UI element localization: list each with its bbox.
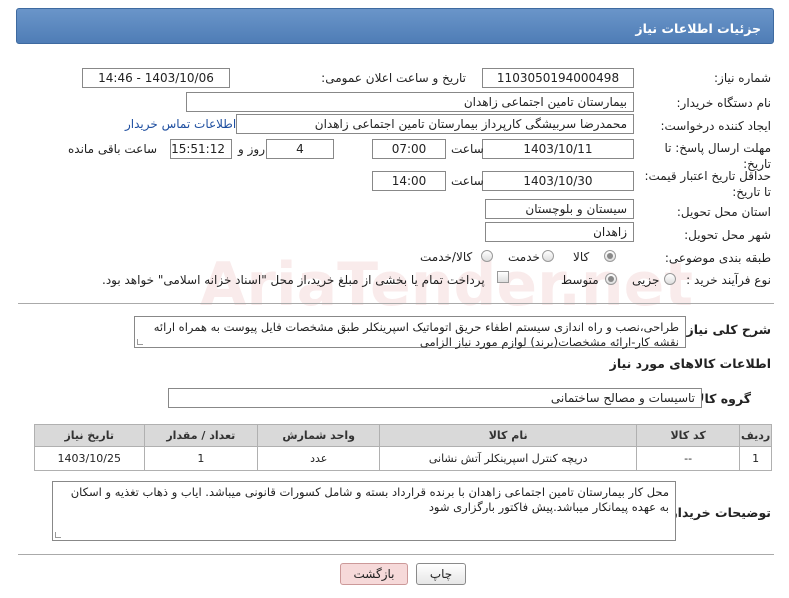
process-medium-label: متوسط — [561, 273, 599, 287]
deadline-time-field: 07:00 — [372, 139, 446, 159]
col-unit: واحد شمارش — [257, 424, 381, 447]
days-label: روز و — [238, 142, 265, 156]
creator-label: ایجاد کننده درخواست: — [660, 119, 771, 133]
category-service-label: خدمت — [508, 250, 540, 264]
contact-info-link[interactable]: اطلاعات تماس خریدار — [125, 117, 236, 131]
category-both-label: کالا/خدمت — [420, 250, 473, 264]
process-minor-radio[interactable] — [664, 273, 676, 285]
col-date: تاریخ نیاز — [34, 424, 145, 447]
announce-date-field: 1403/10/06 - 14:46 — [82, 68, 230, 88]
cell-date: 1403/10/25 — [34, 446, 145, 471]
col-qty: تعداد / مقدار — [143, 424, 259, 447]
category-label: طبقه بندی موضوعی: — [664, 251, 771, 265]
category-service-radio[interactable] — [542, 250, 554, 262]
category-goods-label: کالا — [573, 250, 590, 264]
announce-label: تاریخ و ساعت اعلان عمومی: — [321, 71, 466, 85]
description-text: طراحی،نصب و راه اندازی سیستم اطفاء حریق … — [153, 320, 679, 349]
city-field: زاهدان — [485, 222, 634, 242]
buyer-notes-textarea[interactable]: محل کار بیمارستان تامین اجتماعی زاهدان ب… — [52, 481, 676, 541]
province-field: سیستان و بلوچستان — [485, 199, 634, 219]
city-label: شهر محل تحویل: — [684, 228, 771, 242]
print-button[interactable]: چاپ — [416, 563, 466, 585]
deadline-date-field: 1403/10/11 — [482, 139, 634, 159]
cell-row: 1 — [739, 446, 772, 471]
remaining-time-field: 15:51:12 — [170, 139, 232, 159]
page-header: جزئیات اطلاعات نیاز — [16, 8, 774, 44]
remaining-label: ساعت باقی مانده — [68, 142, 158, 156]
process-minor-label: جزیی — [632, 273, 660, 287]
page-title: جزئیات اطلاعات نیاز — [635, 21, 761, 36]
province-label: استان محل تحویل: — [676, 205, 771, 219]
validity-date-field: 1403/10/30 — [482, 171, 634, 191]
section-divider — [18, 303, 774, 304]
col-row: ردیف — [739, 424, 772, 447]
process-medium-radio[interactable] — [605, 273, 617, 285]
creator-field: محمدرضا سربیشگی کارپرداز بیمارستان تامین… — [236, 114, 634, 134]
goods-section-title: اطلاعات کالاهای مورد نیاز — [609, 356, 771, 371]
buyer-notes-text: محل کار بیمارستان تامین اجتماعی زاهدان ب… — [70, 485, 669, 514]
bottom-divider — [18, 554, 774, 555]
col-code: کد کالا — [636, 424, 741, 447]
cell-name: دریچه کنترل اسپرینکلر آتش نشانی — [379, 446, 638, 471]
goods-table-header: ردیف کد کالا نام کالا واحد شمارش تعداد /… — [34, 424, 772, 447]
category-both-radio[interactable] — [481, 250, 493, 262]
back-button[interactable]: بازگشت — [340, 563, 408, 585]
category-goods-radio[interactable] — [604, 250, 616, 262]
need-number-field: 1103050194000498 — [482, 68, 634, 88]
col-name: نام کالا — [379, 424, 638, 447]
deadline-time-label: ساعت — [451, 142, 484, 156]
validity-time-label: ساعت — [451, 174, 484, 188]
process-label: نوع فرآیند خرید : — [686, 273, 771, 287]
description-textarea[interactable]: طراحی،نصب و راه اندازی سیستم اطفاء حریق … — [134, 316, 686, 349]
cell-unit: عدد — [257, 446, 381, 471]
goods-table: ردیف کد کالا نام کالا واحد شمارش تعداد /… — [34, 424, 772, 471]
cell-qty: 1 — [143, 446, 259, 471]
days-field: 4 — [266, 139, 334, 159]
buyer-notes-label: توضیحات خریدار: — [665, 505, 771, 520]
goods-group-field: تاسیسات و مصالح ساختمانی — [168, 388, 702, 408]
cell-code: -- — [636, 446, 741, 471]
description-label: شرح کلی نیاز: — [681, 322, 771, 337]
treasury-payment-checkbox[interactable] — [497, 271, 509, 283]
resize-handle-icon[interactable] — [137, 339, 143, 345]
need-number-label: شماره نیاز: — [714, 71, 771, 85]
table-row: 1 -- دریچه کنترل اسپرینکلر آتش نشانی عدد… — [34, 446, 772, 471]
buyer-org-field: بیمارستان تامین اجتماعی زاهدان — [186, 92, 634, 112]
validity-time-field: 14:00 — [372, 171, 446, 191]
resize-handle-icon[interactable] — [55, 532, 61, 538]
validity-label: حداقل تاریخ اعتبار قیمت: تا تاریخ: — [644, 169, 771, 199]
treasury-payment-note: پرداخت تمام یا بخشی از مبلغ خرید،از محل … — [102, 273, 485, 287]
buyer-org-label: نام دستگاه خریدار: — [676, 96, 772, 110]
